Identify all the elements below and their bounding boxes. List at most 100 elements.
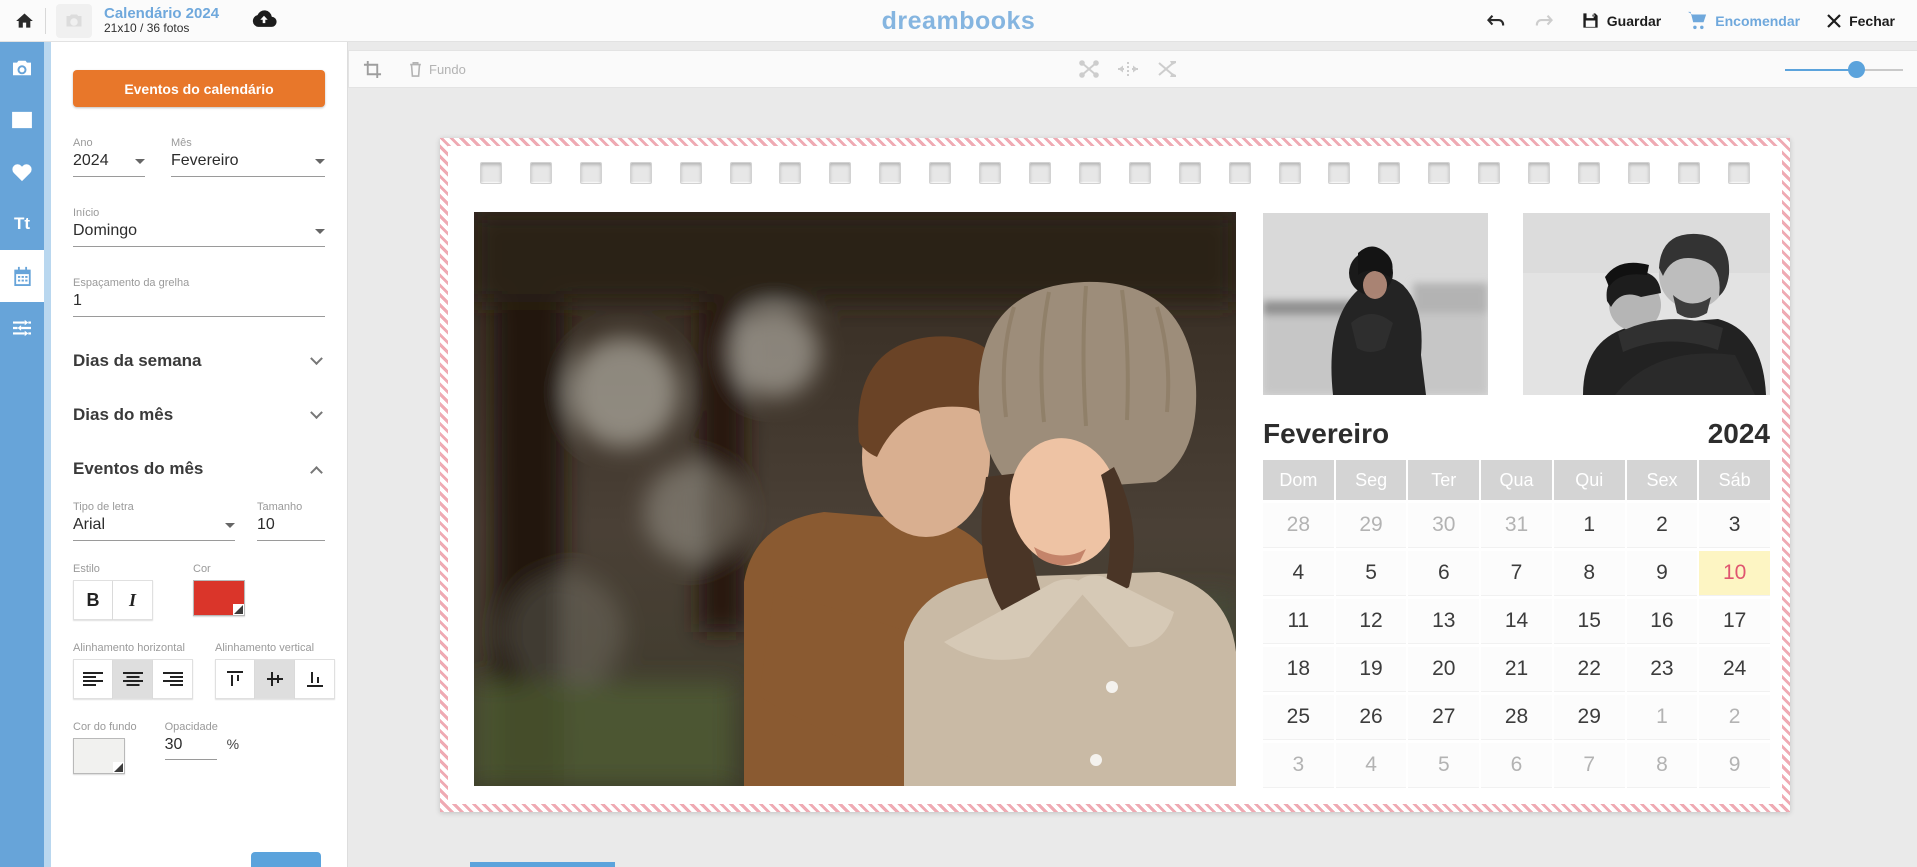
grid-spacing-label: Espaçamento da grelha	[73, 277, 325, 289]
day-cell[interactable]: 29	[1554, 695, 1625, 740]
section-month-events[interactable]: Eventos do mês	[73, 459, 325, 479]
opacity-input[interactable]: Opacidade 30 %	[165, 721, 251, 774]
swap-photos-button[interactable]	[1079, 60, 1099, 78]
rail-item-text[interactable]: Tt	[0, 198, 44, 250]
align-center-button[interactable]	[113, 659, 153, 699]
day-cell[interactable]: 3	[1263, 743, 1334, 788]
day-cell[interactable]: 6	[1481, 743, 1552, 788]
section-monthdays[interactable]: Dias do mês	[73, 405, 325, 425]
day-cell[interactable]: 14	[1481, 599, 1552, 644]
day-cell[interactable]: 8	[1627, 743, 1698, 788]
rail-item-camera[interactable]	[0, 42, 44, 94]
day-cell[interactable]: 22	[1554, 647, 1625, 692]
align-right-button[interactable]	[153, 659, 193, 699]
day-cell[interactable]: 17	[1699, 599, 1770, 644]
color-label: Cor	[193, 563, 245, 575]
day-cell[interactable]: 13	[1408, 599, 1479, 644]
order-button[interactable]: Encomendar	[1687, 11, 1800, 30]
day-cell[interactable]: 21	[1481, 647, 1552, 692]
redo-button[interactable]	[1533, 13, 1555, 29]
day-cell-highlighted[interactable]: 10	[1699, 551, 1770, 596]
background-color-swatch[interactable]	[73, 738, 125, 774]
font-size-value: 10	[257, 516, 275, 534]
rail-item-calendar[interactable]	[0, 250, 44, 302]
font-family-select[interactable]: Tipo de letra Arial	[73, 501, 235, 541]
bottom-blue-bar[interactable]	[470, 862, 615, 867]
zoom-slider[interactable]	[1785, 69, 1903, 71]
rail-item-adjustments[interactable]	[0, 302, 44, 354]
day-cell[interactable]: 7	[1481, 551, 1552, 596]
close-button[interactable]: Fechar	[1826, 13, 1895, 29]
rail-item-photos[interactable]	[0, 94, 44, 146]
binding-hole	[779, 162, 801, 184]
small-photo-1[interactable]	[1263, 213, 1488, 395]
day-cell[interactable]: 5	[1408, 743, 1479, 788]
rail-item-favorites[interactable]	[0, 146, 44, 198]
day-cell[interactable]: 1	[1627, 695, 1698, 740]
day-cell[interactable]: 28	[1263, 503, 1334, 548]
save-icon	[1581, 11, 1600, 30]
day-cell[interactable]: 5	[1336, 551, 1407, 596]
day-cell[interactable]: 15	[1554, 599, 1625, 644]
day-cell[interactable]: 8	[1554, 551, 1625, 596]
day-cell[interactable]: 4	[1336, 743, 1407, 788]
calendar-events-button[interactable]: Eventos do calendário	[73, 70, 325, 107]
month-select[interactable]: Mês Fevereiro	[171, 137, 325, 177]
day-cell[interactable]: 19	[1336, 647, 1407, 692]
opacity-value: 30	[165, 736, 217, 760]
year-select[interactable]: Ano 2024	[73, 137, 145, 177]
day-cell[interactable]: 30	[1408, 503, 1479, 548]
italic-toggle[interactable]: I	[113, 580, 153, 620]
flip-horizontal-button[interactable]	[1117, 61, 1139, 77]
shuffle-button[interactable]	[1157, 60, 1177, 78]
day-cell[interactable]: 2	[1627, 503, 1698, 548]
small-photo-2[interactable]	[1523, 213, 1770, 395]
font-size-input[interactable]: Tamanho 10	[257, 501, 325, 541]
project-thumbnail[interactable]	[56, 4, 92, 38]
week-start-value: Domingo	[73, 222, 137, 240]
binding-hole	[1129, 162, 1151, 184]
day-cell[interactable]: 24	[1699, 647, 1770, 692]
calendar-page[interactable]: Fevereiro 2024 DomSegTerQuaQuiSexSáb 282…	[440, 138, 1790, 812]
day-cell[interactable]: 16	[1627, 599, 1698, 644]
week-start-select[interactable]: Início Domingo	[73, 207, 325, 247]
day-cell[interactable]: 9	[1627, 551, 1698, 596]
day-cell[interactable]: 9	[1699, 743, 1770, 788]
main-photo[interactable]	[474, 212, 1236, 786]
day-cell[interactable]: 26	[1336, 695, 1407, 740]
home-button[interactable]	[14, 11, 35, 31]
remove-background-button[interactable]: Fundo	[408, 61, 466, 77]
day-cell[interactable]: 25	[1263, 695, 1334, 740]
day-cell[interactable]: 23	[1627, 647, 1698, 692]
day-cell[interactable]: 11	[1263, 599, 1334, 644]
day-cell[interactable]: 7	[1554, 743, 1625, 788]
day-cell[interactable]: 6	[1408, 551, 1479, 596]
grid-spacing-input[interactable]: Espaçamento da grelha 1	[73, 277, 325, 317]
panel-scrollbar[interactable]	[44, 42, 51, 867]
day-cell[interactable]: 27	[1408, 695, 1479, 740]
day-cell[interactable]: 29	[1336, 503, 1407, 548]
align-bottom-button[interactable]	[295, 659, 335, 699]
zoom-slider-thumb[interactable]	[1848, 61, 1865, 78]
day-cell[interactable]: 3	[1699, 503, 1770, 548]
day-cell[interactable]: 4	[1263, 551, 1334, 596]
day-cell[interactable]: 28	[1481, 695, 1552, 740]
crop-button[interactable]	[363, 60, 382, 79]
align-left-button[interactable]	[73, 659, 113, 699]
binding-hole	[580, 162, 602, 184]
day-cell[interactable]: 12	[1336, 599, 1407, 644]
day-cell[interactable]: 31	[1481, 503, 1552, 548]
align-middle-button[interactable]	[255, 659, 295, 699]
apply-button[interactable]	[251, 852, 321, 867]
day-cell[interactable]: 18	[1263, 647, 1334, 692]
align-top-button[interactable]	[215, 659, 255, 699]
undo-button[interactable]	[1485, 13, 1507, 29]
bold-toggle[interactable]: B	[73, 580, 113, 620]
day-cell[interactable]: 1	[1554, 503, 1625, 548]
day-cell[interactable]: 20	[1408, 647, 1479, 692]
section-weekdays[interactable]: Dias da semana	[73, 351, 325, 371]
style-label: Estilo	[73, 563, 153, 575]
text-color-swatch[interactable]	[193, 580, 245, 616]
day-cell[interactable]: 2	[1699, 695, 1770, 740]
save-button[interactable]: Guardar	[1581, 11, 1661, 30]
